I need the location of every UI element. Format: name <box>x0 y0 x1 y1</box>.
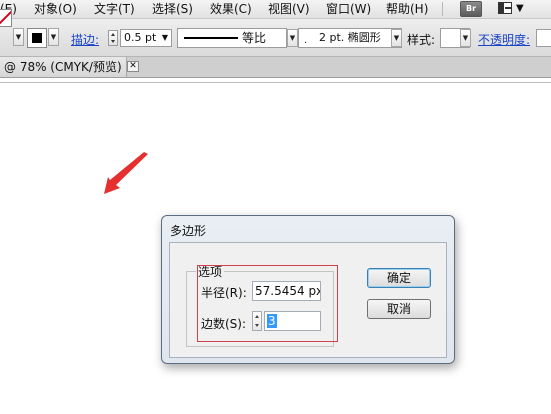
menubar-divider <box>442 2 443 16</box>
polygon-dialog: 多边形 选项 半径(R): 57.5454 px 边数(S): 3 确定 取消 <box>161 215 455 364</box>
fill-color-swatch[interactable] <box>27 28 47 48</box>
cancel-button[interactable]: 取消 <box>367 299 431 319</box>
brush-label: 2 pt. 椭圆形 <box>319 31 381 44</box>
annotation-arrow-upper-shape <box>104 152 148 194</box>
sides-stepper[interactable] <box>252 311 262 331</box>
menu-type[interactable]: 文字(T) <box>94 0 135 18</box>
close-icon[interactable]: ✕ <box>127 61 139 72</box>
menu-object[interactable]: 对象(O) <box>34 0 77 18</box>
stroke-label[interactable]: 描边: <box>71 31 99 48</box>
menu-window[interactable]: 窗口(W) <box>326 0 371 18</box>
profile-line-preview <box>184 37 238 39</box>
radius-label: 半径(R): <box>201 286 247 300</box>
brush-dot-icon: · <box>304 38 308 49</box>
fill-color-dropdown-icon[interactable]: ▼ <box>48 28 59 46</box>
variable-width-profile[interactable]: 等比 <box>177 28 287 48</box>
style-dropdown-icon[interactable]: ▼ <box>460 29 471 47</box>
profile-dropdown-icon[interactable]: ▼ <box>287 29 298 47</box>
style-label: 样式: <box>407 33 436 47</box>
opacity-label[interactable]: 不透明度: <box>478 31 530 48</box>
artboard-edge <box>0 82 551 83</box>
stroke-color-swatch[interactable] <box>0 9 12 27</box>
menu-effect[interactable]: 效果(C) <box>210 0 252 18</box>
dialog-title: 多边形 <box>170 224 207 238</box>
stroke-color-dropdown-icon[interactable]: ▼ <box>13 28 24 46</box>
brush-definition[interactable]: · 2 pt. 椭圆形 <box>298 28 402 49</box>
document-tab[interactable]: @ 78% (CMYK/预览) <box>0 57 127 77</box>
radius-input[interactable]: 57.5454 px <box>252 281 321 301</box>
sides-label: 边数(S): <box>201 317 247 331</box>
stroke-weight-stepper[interactable] <box>108 30 118 46</box>
workspace-dropdown-icon[interactable]: ▼ <box>516 1 524 17</box>
ok-button[interactable]: 确定 <box>367 268 431 288</box>
bridge-button[interactable]: Br <box>460 1 482 17</box>
opacity-input[interactable] <box>536 29 551 47</box>
chevron-down-icon[interactable]: ▼ <box>162 30 168 46</box>
stroke-weight-value: 0.5 pt <box>124 31 157 44</box>
sides-value: 3 <box>267 314 277 328</box>
profile-label: 等比 <box>242 31 267 45</box>
dialog-body: 选项 半径(R): 57.5454 px 边数(S): 3 确定 取消 <box>169 242 447 358</box>
stroke-weight-input[interactable]: 0.5 pt ▼ <box>120 29 172 47</box>
menu-view[interactable]: 视图(V) <box>268 0 310 18</box>
document-tab-bar: @ 78% (CMYK/预览) ✕ <box>0 57 551 78</box>
menu-help[interactable]: 帮助(H) <box>386 0 428 18</box>
annotation-arrow-upper <box>104 152 148 194</box>
brush-dropdown-icon[interactable]: ▼ <box>391 29 402 47</box>
sides-input[interactable]: 3 <box>264 311 321 331</box>
workspace-layout-icon[interactable] <box>498 2 512 14</box>
menu-select[interactable]: 选择(S) <box>152 0 193 18</box>
menu-bar: (E) 对象(O) 文字(T) 选择(S) 效果(C) 视图(V) 窗口(W) … <box>0 0 551 19</box>
